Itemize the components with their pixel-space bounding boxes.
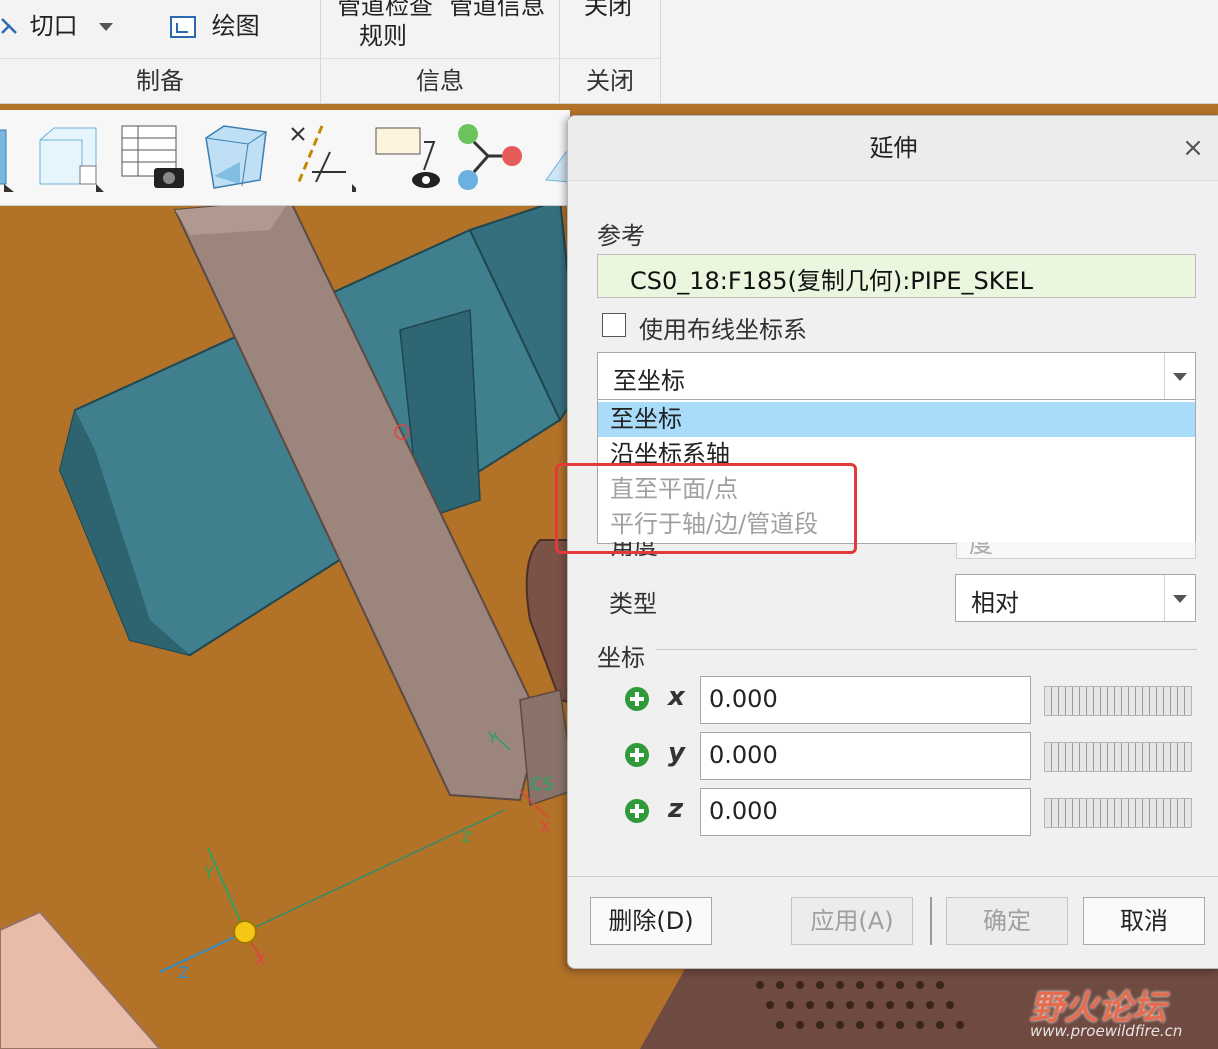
highlight-box	[555, 463, 857, 554]
x-value-input[interactable]: 0.000	[700, 676, 1031, 724]
chevron-down-icon[interactable]	[1164, 353, 1195, 399]
csys-x-label: X	[255, 950, 266, 969]
annotation-display-icon[interactable]	[372, 122, 442, 192]
ok-button: 确定	[946, 897, 1068, 945]
cut-icon	[0, 15, 22, 39]
csys2-name-label: CS	[530, 774, 554, 795]
drawing-command[interactable]: 绘图	[168, 6, 260, 41]
chevron-down-icon	[99, 23, 114, 31]
angle-unit-select: 度	[956, 542, 1196, 559]
mode-select-value: 至坐标	[613, 367, 685, 395]
ribbon-group-label: 信息	[321, 58, 559, 103]
axis-y-label: y	[668, 738, 685, 768]
datum-display-icon[interactable]	[286, 122, 360, 192]
y-thumbwheel[interactable]	[1044, 742, 1192, 772]
close-command[interactable]: 关闭	[584, 0, 632, 21]
use-routing-csys-label: 使用布线坐标系	[639, 316, 807, 344]
ribbon-group-label: 关闭	[560, 58, 660, 103]
type-label: 类型	[609, 590, 657, 618]
y-value-input[interactable]: 0.000	[700, 732, 1031, 780]
csys-z-label: Z	[178, 963, 189, 982]
display-style-icon[interactable]	[200, 122, 270, 192]
use-routing-csys-checkbox[interactable]	[602, 313, 626, 337]
add-z-icon[interactable]	[625, 799, 649, 823]
ribbon: 切口 绘图 制备 管道检查 管道信息 规则 信息 关闭 关闭	[0, 0, 1218, 104]
axis-x-label: x	[668, 682, 685, 712]
ribbon-group-prepare: 切口 绘图 制备	[0, 0, 321, 103]
section-divider	[656, 649, 1197, 650]
watermark-url: www.proewildfire.cn	[1030, 1022, 1183, 1040]
rules-label: 规则	[359, 22, 407, 50]
chevron-down-icon[interactable]	[1164, 575, 1195, 621]
delete-button[interactable]: 删除(D)	[590, 897, 712, 945]
angle-unit-value: 度	[969, 542, 993, 558]
csys2-x-label: X	[540, 818, 550, 836]
button-separator	[930, 897, 932, 945]
coord-row-y: y 0.000	[568, 732, 1218, 780]
cut-command[interactable]: 切口	[0, 6, 114, 41]
mode-option-to-coordinate[interactable]: 至坐标	[598, 402, 1195, 437]
x-thumbwheel[interactable]	[1044, 686, 1192, 716]
csys-y-label: Y	[203, 863, 214, 882]
dialog-title: 延伸	[568, 116, 1218, 181]
ribbon-group-close: 关闭 关闭	[560, 0, 661, 103]
csys2-y-label: Y	[487, 729, 498, 747]
coordinates-section-label: 坐标	[597, 644, 645, 672]
z-value-input[interactable]: 0.000	[700, 788, 1031, 836]
spin-center-icon[interactable]	[454, 122, 524, 192]
apply-button: 应用(A)	[791, 897, 913, 945]
pipe-info-command[interactable]: 管道信息	[449, 0, 545, 21]
type-select-value: 相对	[971, 589, 1019, 617]
cancel-button[interactable]: 取消	[1083, 897, 1205, 945]
axis-z-label: z	[668, 794, 684, 824]
pipe-display-icon[interactable]	[538, 122, 571, 192]
footer-divider	[568, 876, 1218, 877]
ribbon-group-info: 管道检查 管道信息 规则 信息	[321, 0, 560, 103]
coord-row-x: x 0.000	[568, 676, 1218, 724]
add-y-icon[interactable]	[625, 743, 649, 767]
reference-collector[interactable]: CS0_18:F185(复制几何):PIPE_SKEL	[597, 254, 1196, 298]
type-select[interactable]: 相对	[955, 574, 1196, 622]
reference-label: 参考	[597, 222, 645, 250]
add-x-icon[interactable]	[625, 687, 649, 711]
z-thumbwheel[interactable]	[1044, 798, 1192, 828]
drawing-icon	[168, 13, 198, 41]
ribbon-group-label: 制备	[0, 58, 320, 103]
view-orientation-icon[interactable]	[0, 122, 18, 192]
layer-table-camera-icon[interactable]	[118, 122, 188, 192]
reference-value: CS0_18:F185(复制几何):PIPE_SKEL	[630, 267, 1034, 295]
coord-row-z: z 0.000	[568, 788, 1218, 836]
graphics-toolbar	[0, 110, 571, 206]
csys2-z-label: Z	[462, 830, 472, 846]
saved-views-icon[interactable]	[34, 122, 104, 192]
close-icon[interactable]: ×	[1177, 132, 1209, 164]
mode-select[interactable]: 至坐标	[597, 352, 1196, 400]
